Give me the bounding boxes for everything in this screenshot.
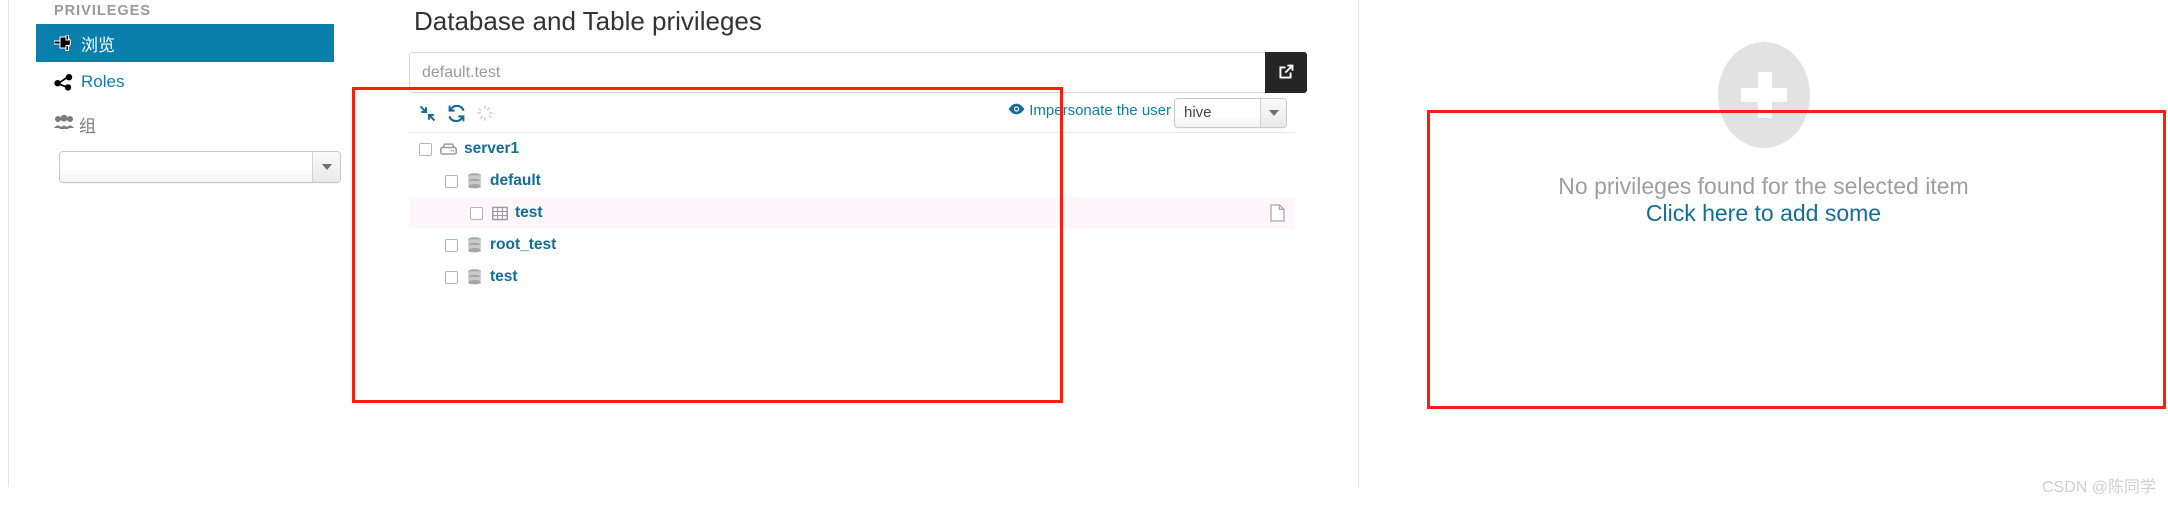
document-icon[interactable] [1269, 204, 1285, 222]
user-select-value: hive [1184, 104, 1212, 121]
tree-row[interactable]: test [409, 261, 1295, 293]
plus-circle-icon [1717, 42, 1810, 148]
refresh-icon[interactable] [445, 102, 467, 124]
open-external-button[interactable] [1265, 52, 1307, 93]
database-icon [466, 269, 483, 285]
server-icon [440, 141, 457, 157]
database-icon [466, 173, 483, 189]
group-users-icon [54, 114, 74, 135]
collapse-arrows-icon[interactable] [416, 102, 438, 124]
path-input[interactable] [409, 52, 1265, 93]
main-panel: Database and Table privileges default.te… [334, 0, 1358, 487]
tree-row-checkbox[interactable] [445, 238, 458, 252]
privileges-page: PRIVILEGES 浏览 Roles 组 Database and Table… [0, 0, 2168, 510]
sidebar-heading: PRIVILEGES [54, 3, 152, 19]
table-icon [491, 205, 508, 221]
tree-row-checkbox[interactable] [470, 206, 483, 220]
tree-row-checkbox[interactable] [419, 142, 432, 156]
right-panel: No privileges found for the selected ite… [1359, 0, 2168, 487]
tree-toolbar: Impersonate the user hive [409, 98, 1295, 133]
sidebar-item-browse[interactable]: 浏览 [36, 24, 334, 62]
external-link-icon [1277, 62, 1296, 84]
empty-state: No privileges found for the selected ite… [1359, 42, 2168, 227]
sidebar-group-label-text: 组 [79, 117, 96, 136]
impersonate-user-label: Impersonate the user [1029, 102, 1171, 119]
tree-row-label: default [490, 172, 541, 189]
tree-row[interactable]: server1 [409, 133, 1295, 165]
tree-row[interactable]: root_test [409, 229, 1295, 261]
watermark: CSDN @陈同学 [2041, 479, 2156, 496]
group-select[interactable] [59, 151, 341, 183]
tree-row[interactable]: test [409, 197, 1295, 229]
loading-spinner-icon [474, 102, 496, 124]
tree-row-label: test [515, 204, 543, 221]
empty-state-message: No privileges found for the selected ite… [1558, 173, 1969, 199]
tree-row-checkbox[interactable] [445, 174, 458, 188]
path-row [409, 52, 1307, 93]
page-title: Database and Table privileges [414, 6, 762, 36]
tree-row-label: test [490, 268, 518, 285]
chevron-down-icon[interactable] [1260, 99, 1286, 127]
user-select[interactable]: hive [1174, 98, 1287, 128]
plug-icon [54, 33, 76, 53]
tree-row[interactable]: default [409, 165, 1295, 197]
impersonate-user-toggle[interactable]: Impersonate the user [1008, 102, 1171, 119]
sidebar: PRIVILEGES 浏览 Roles 组 [9, 0, 341, 487]
privileges-tree: server1 default test root_test test [409, 133, 1295, 293]
eye-icon [1008, 102, 1025, 119]
tree-row-checkbox[interactable] [445, 270, 458, 284]
tree-row-label: root_test [490, 236, 557, 253]
sidebar-group-label: 组 [54, 112, 96, 137]
sidebar-item-browse-label: 浏览 [81, 35, 115, 55]
sidebar-item-roles-label: Roles [81, 72, 125, 91]
database-icon [466, 237, 483, 253]
sidebar-item-roles[interactable]: Roles [36, 63, 334, 101]
tree-row-label: server1 [464, 140, 520, 157]
add-privileges-link[interactable]: Click here to add some [1646, 200, 1881, 226]
roles-share-icon [54, 72, 76, 92]
